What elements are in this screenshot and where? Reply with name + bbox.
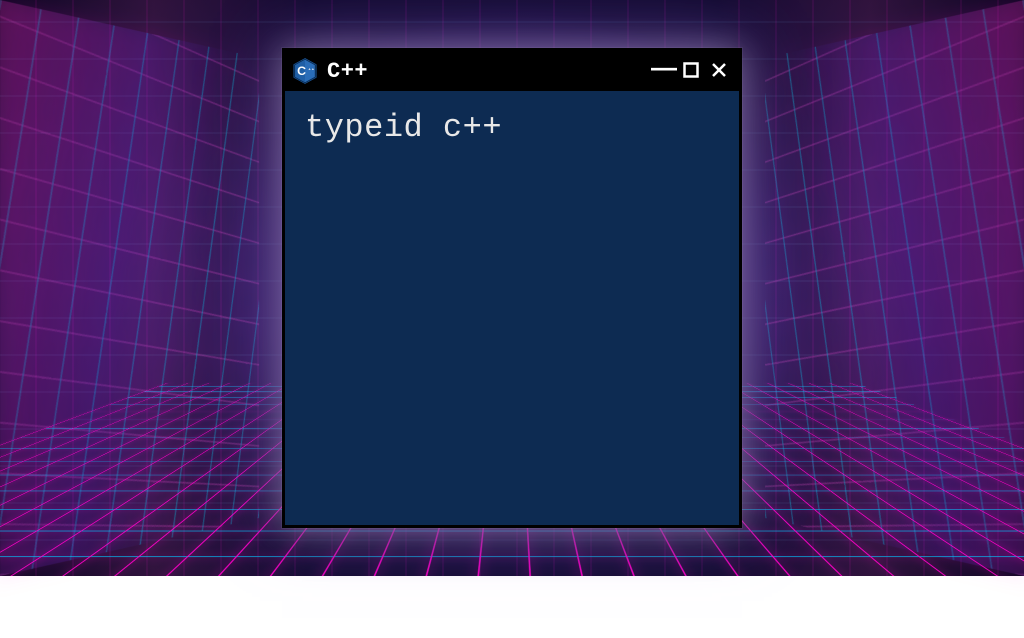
maximize-button[interactable] [679,62,703,81]
cpp-window: C + + C++ — typeid c++ [282,48,742,528]
minimize-button[interactable]: — [651,54,675,80]
close-button[interactable] [707,60,731,82]
window-body: typeid c++ [285,91,739,164]
window-controls: — [651,58,731,84]
svg-text:C: C [297,64,306,78]
titlebar[interactable]: C + + C++ — [285,51,739,91]
code-text: typeid c++ [305,109,502,146]
window-title: C++ [327,59,643,84]
cpp-logo-icon: C + + [291,57,319,85]
